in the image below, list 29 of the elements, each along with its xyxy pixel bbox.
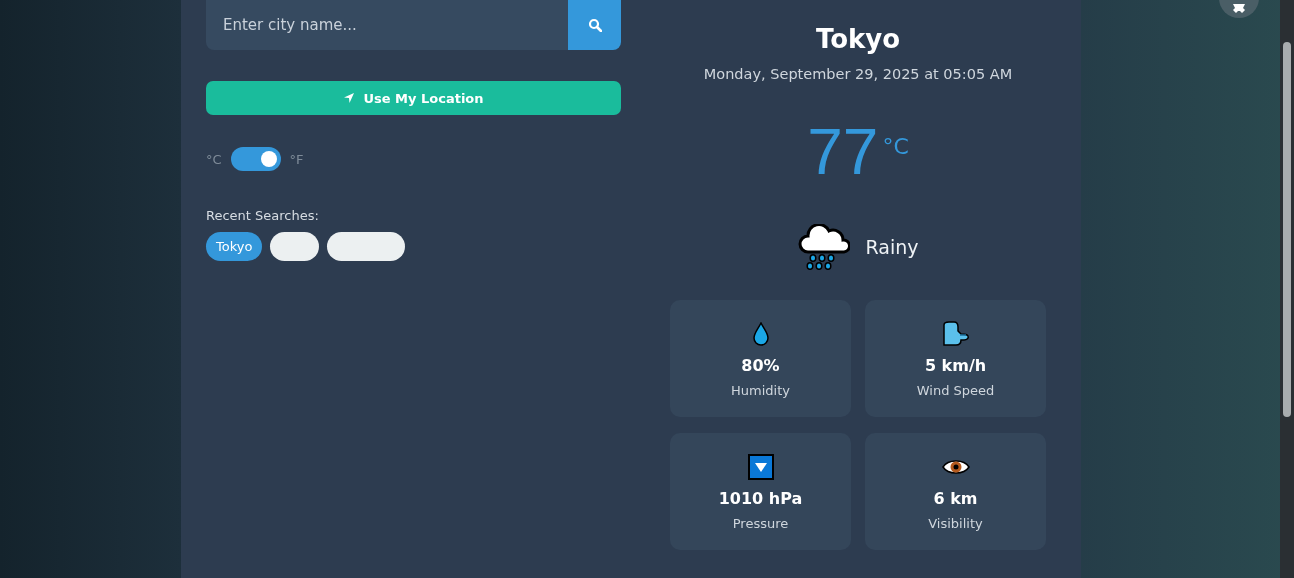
fahrenheit-label: °F	[289, 151, 304, 167]
rain-cloud-icon	[797, 224, 850, 270]
stat-value: 6 km	[933, 489, 978, 508]
recent-search-chip[interactable]	[327, 232, 406, 261]
unit-toggle[interactable]	[230, 147, 281, 171]
temperature: 77	[807, 120, 879, 184]
date-time: Monday, September 29, 2025 at 05:05 AM	[703, 66, 1013, 82]
city-name: Tokyo	[815, 24, 901, 54]
recent-search-chip[interactable]: Tokyo	[206, 232, 263, 261]
recent-searches-title: Recent Searches:	[206, 208, 320, 223]
stat-label: Pressure	[732, 516, 789, 531]
search-field[interactable]: Enter city name...	[206, 0, 568, 50]
stat-label: Humidity	[731, 383, 790, 398]
scrollbar[interactable]	[1280, 0, 1294, 578]
stat-label: Wind Speed	[916, 383, 995, 398]
stat-value: 1010 hPa	[718, 489, 803, 508]
recent-search-chip[interactable]	[270, 232, 320, 261]
stat-value: 80%	[741, 356, 780, 375]
search-icon	[587, 18, 602, 32]
stat-value: 5 km/h	[924, 356, 987, 375]
stat-label: Visibility	[928, 516, 983, 531]
eye-icon	[941, 458, 970, 476]
temperature-unit: °C	[882, 134, 909, 159]
use-location-button[interactable]: Use My Location	[206, 81, 621, 115]
water-drop-icon	[751, 322, 770, 346]
location-arrow-icon	[343, 92, 356, 104]
weather-condition: Rainy	[865, 236, 919, 258]
scrollbar-thumb[interactable]	[1283, 42, 1291, 417]
celsius-label: °C	[206, 151, 222, 167]
